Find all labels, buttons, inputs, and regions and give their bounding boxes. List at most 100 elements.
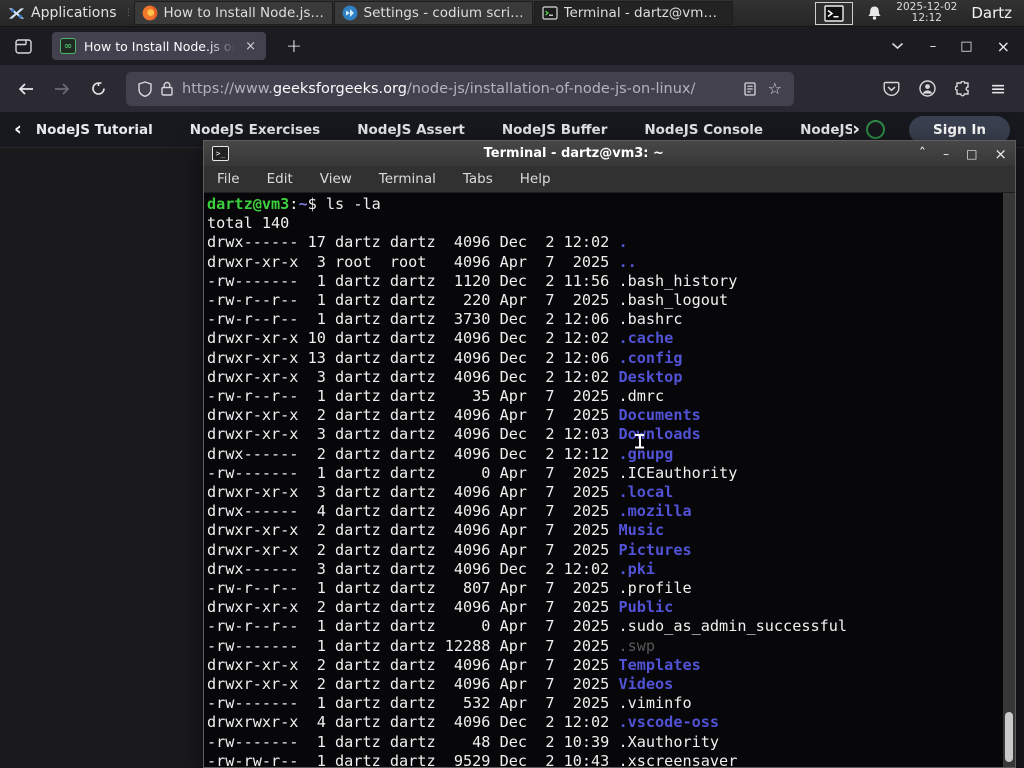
terminal-icon [541,6,558,20]
toolbar-right-icons: ≡ [883,78,1014,100]
tab-title: How to Install Node.js on [84,38,236,54]
navigation-toolbar: https://www.geeksforgeeks.org/node-js/in… [0,65,1024,112]
clock-time: 12:12 [911,12,942,24]
panel-clock[interactable]: 2025-12-02 12:12 [896,2,957,24]
menu-tabs[interactable]: Tabs [463,171,493,187]
applications-menu-label: Applications [31,5,117,21]
terminal-output-line: drwxr-xr-x 2 dartz dartz 4096 Apr 7 2025… [207,598,674,617]
terminal-output-line: drwxrwxr-x 4 dartz dartz 4096 Dec 2 12:0… [207,713,720,732]
terminal-icon [824,4,844,22]
terminal-output-line: drwxr-xr-x 2 dartz dartz 4096 Apr 7 2025… [207,406,701,425]
terminal-output-line: -rw-rw-r-- 1 dartz dartz 9529 Dec 2 10:4… [207,751,738,767]
terminal-output-line: -rw------- 1 dartz dartz 1120 Dec 2 11:5… [207,271,738,290]
terminal-output-line: drwx------ 4 dartz dartz 4096 Apr 7 2025… [207,502,692,521]
terminal-output: total 140 drwx------ 17 dartz dartz 4096 … [207,214,1001,767]
url-bar[interactable]: https://www.geeksforgeeks.org/node-js/in… [126,71,794,106]
menu-view[interactable]: View [320,171,352,187]
nav-scroll-left-icon[interactable]: ‹ [14,120,22,139]
window-controls: – □ × [930,37,1010,56]
nav-item-nodejs-assert[interactable]: NodeJS Assert [357,122,465,138]
terminal-titlebar[interactable]: >_ Terminal - dartz@vm3: ~ ˆ – □ × [204,141,1015,166]
search-icon[interactable] [866,120,886,139]
geeksforgeeks-favicon: ∞ [60,38,76,54]
menu-edit[interactable]: Edit [267,171,293,187]
menu-file[interactable]: File [217,171,240,187]
terminal-output-line: -rw------- 1 dartz dartz 0 Apr 7 2025 .I… [207,463,738,482]
nav-item-nodejs-tutorial[interactable]: NodeJS Tutorial [36,122,153,138]
desktop: Applications ⋮ How to Install Node.js o.… [0,0,1024,768]
xfce-logo-icon [8,7,25,19]
close-button[interactable]: × [997,37,1010,56]
taskbar-window-title: Terminal - dartz@vm3: ~ [563,5,725,21]
terminal-output-line: drwxr-xr-x 3 dartz dartz 4096 Dec 2 12:0… [207,425,701,444]
menu-burger-icon[interactable]: ≡ [990,78,1006,100]
terminal-window: >_ Terminal - dartz@vm3: ~ ˆ – □ × File … [203,140,1016,768]
terminal-prompt-line: dartz@vm3:~$ ls -la [207,195,381,213]
tab-close-icon[interactable]: × [243,39,258,54]
bookmark-star-icon[interactable]: ☆ [768,80,782,97]
taskbar-window-terminal[interactable]: Terminal - dartz@vm3: ~ [533,1,733,25]
minimize-button[interactable]: – [943,147,949,161]
terminal-output-line: drwx------ 3 dartz dartz 4096 Dec 2 12:0… [207,559,656,578]
pocket-icon[interactable] [883,81,900,97]
taskbar-window-codium[interactable]: Settings - codium script... [333,1,533,25]
applications-menu[interactable]: Applications [0,0,125,26]
terminal-output-line: -rw-r--r-- 1 dartz dartz 0 Apr 7 2025 .s… [207,617,848,636]
terminal-scrollbar[interactable] [1003,193,1015,767]
terminal-window-controls: ˆ – □ × [919,145,1007,163]
terminal-output-line: drwxr-xr-x 2 dartz dartz 4096 Apr 7 2025… [207,540,692,559]
back-button[interactable] [10,73,42,105]
forward-button[interactable] [46,73,78,105]
terminal-output-line: drwxr-xr-x 3 dartz dartz 4096 Apr 7 2025… [207,483,674,502]
terminal-screen[interactable]: dartz@vm3:~$ ls -la total 140 drwx------ … [204,193,1015,767]
maximize-button[interactable]: □ [960,39,972,54]
firefox-view-icon [14,38,32,54]
terminal-scrollbar-thumb[interactable] [1005,712,1013,762]
account-icon[interactable] [919,80,936,97]
close-button[interactable]: × [994,145,1007,163]
system-tray: 2025-12-02 12:12 Dartz [815,0,1024,26]
terminal-output-line: total 140 [207,214,290,233]
firefox-view-button[interactable] [8,33,38,59]
list-all-tabs-chevron-icon[interactable] [891,42,904,50]
menu-terminal[interactable]: Terminal [379,171,436,187]
tray-terminal-icon[interactable] [815,1,854,25]
panel-separator-handle: ⋮ [124,8,134,18]
terminal-output-line: drwx------ 2 dartz dartz 4096 Dec 2 12:1… [207,444,674,463]
nav-item-nodejs-buffer[interactable]: NodeJS Buffer [502,122,608,138]
taskbar-window-title: Settings - codium script... [363,5,525,21]
taskbar-window-title: How to Install Node.js o... [163,5,325,21]
terminal-output-line: -rw------- 1 dartz dartz 48 Dec 2 10:39 … [207,732,720,751]
minimize-button[interactable]: – [930,39,937,54]
extensions-icon[interactable] [955,80,971,97]
shade-button[interactable]: ˆ [919,146,927,161]
reload-button[interactable] [82,73,114,105]
terminal-output-line: drwxr-xr-x 2 dartz dartz 4096 Apr 7 2025… [207,655,701,674]
nav-item-nodejs-console[interactable]: NodeJS Console [644,122,763,138]
terminal-output-line: -rw-r--r-- 1 dartz dartz 3730 Dec 2 12:0… [207,310,683,329]
nav-scroll-right-icon[interactable]: › [852,120,860,139]
panel-username[interactable]: Dartz [971,4,1016,22]
reader-mode-icon[interactable] [744,81,756,96]
text-cursor-pointer [634,433,645,449]
terminal-output-line: drwxr-xr-x 2 dartz dartz 4096 Apr 7 2025… [207,675,674,694]
terminal-output-line: drwxr-xr-x 3 dartz dartz 4096 Dec 2 12:0… [207,367,683,386]
terminal-output-line: drwxr-xr-x 2 dartz dartz 4096 Apr 7 2025… [207,521,665,540]
url-text: https://www.geeksforgeeks.org/node-js/in… [182,80,696,97]
nav-item-nodejs-exercises[interactable]: NodeJS Exercises [190,122,320,138]
new-tab-button[interactable]: + [280,35,308,57]
nav-item-nodejs-crypto[interactable]: NodeJS Crypto [800,122,852,138]
tracking-protection-shield-icon[interactable] [138,80,152,97]
menu-help[interactable]: Help [520,171,551,187]
notification-bell-icon[interactable] [867,5,882,21]
terminal-output-line: drwxr-xr-x 3 root root 4096 Apr 7 2025 .… [207,252,637,271]
maximize-button[interactable]: □ [966,147,977,161]
terminal-icon: >_ [212,146,229,161]
tab-geeksforgeeks[interactable]: ∞ How to Install Node.js on × [52,32,266,60]
terminal-menubar: File Edit View Terminal Tabs Help [204,166,1015,193]
terminal-output-line: -rw------- 1 dartz dartz 532 Apr 7 2025 … [207,694,692,713]
lock-icon [161,81,173,96]
firefox-icon [142,5,157,21]
taskbar-window-firefox[interactable]: How to Install Node.js o... [133,1,333,25]
terminal-output-line: -rw-r--r-- 1 dartz dartz 220 Apr 7 2025 … [207,291,729,310]
